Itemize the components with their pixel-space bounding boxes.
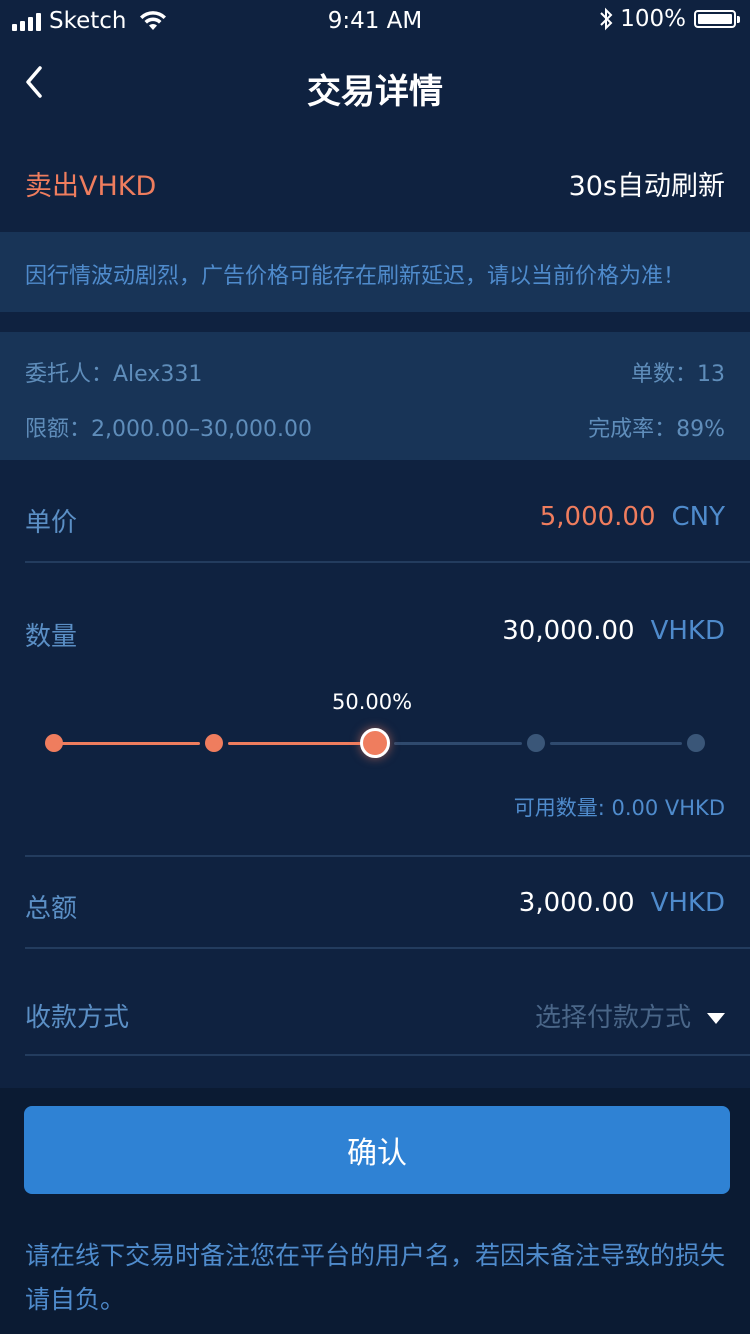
merchant-row-1: 委托人：Alex331 单数：13 <box>25 356 725 388</box>
total-row: 总额 3,000.00 VHKD <box>25 888 750 988</box>
slider-thumb[interactable] <box>360 728 390 758</box>
slider-percent-label: 50.00% <box>332 690 413 714</box>
divider <box>25 561 750 563</box>
battery-icon <box>694 10 740 28</box>
available-quantity: 可用数量: 0.00 VHKD <box>513 796 725 820</box>
payment-row[interactable]: 收款方式 选择付款方式 <box>25 997 750 1097</box>
battery-percent: 100% <box>620 6 686 32</box>
price-value: 5,000.00 <box>539 502 656 532</box>
trade-header: 卖出VHKD 30s自动刷新 <box>0 140 750 220</box>
auto-refresh-label: 30s自动刷新 <box>568 171 725 202</box>
payment-label: 收款方式 <box>25 1003 130 1033</box>
price-notice-banner: 因行情波动剧烈，广告价格可能存在刷新延迟，请以当前价格为准！ <box>0 232 750 312</box>
status-right: 100% <box>598 6 740 32</box>
slider-stop-100[interactable] <box>687 734 705 752</box>
quantity-label: 数量 <box>25 622 78 652</box>
nav-bar: 交易详情 <box>0 44 750 124</box>
slider-track-segment <box>228 742 362 745</box>
slider-track-segment <box>550 742 682 745</box>
total-unit: VHKD <box>650 888 725 918</box>
footer-note: 请在线下交易时备注您在平台的用户名，若因未备注导致的损失请自负。 <box>25 1241 726 1314</box>
slider-stop-25[interactable] <box>205 734 223 752</box>
status-bar: Sketch 9:41 AM 100% <box>0 0 750 44</box>
completion-rate: 完成率：89% <box>588 417 725 442</box>
bottom-area: 确认 请在线下交易时备注您在平台的用户名，若因未备注导致的损失请自负。 <box>0 1088 750 1334</box>
principal-text: 委托人：Alex331 <box>25 362 203 387</box>
quantity-value: 30,000.00 <box>502 616 635 646</box>
slider-stop-0[interactable] <box>45 734 63 752</box>
divider <box>25 1054 750 1056</box>
confirm-button[interactable]: 确认 <box>24 1106 730 1194</box>
slider-track-segment <box>54 742 200 745</box>
payment-select[interactable]: 选择付款方式 <box>535 997 725 1034</box>
orders-count: 单数：13 <box>631 362 725 387</box>
bluetooth-icon <box>600 7 613 31</box>
page-title: 交易详情 <box>307 72 443 112</box>
quantity-unit: VHKD <box>650 616 725 646</box>
payment-placeholder: 选择付款方式 <box>534 1003 691 1033</box>
quantity-value-group[interactable]: 30,000.00 VHKD <box>502 616 725 646</box>
slider-track-segment <box>394 742 522 745</box>
total-label: 总额 <box>25 894 78 924</box>
price-row: 单价 5,000.00 CNY <box>25 502 750 602</box>
sell-label: 卖出VHKD <box>25 171 157 202</box>
total-value-group: 3,000.00 VHKD <box>519 888 725 918</box>
trade-detail-screen: Sketch 9:41 AM 100% 交易详情 卖出VHKD 30s自动刷新 <box>0 0 750 1334</box>
price-value-group: 5,000.00 CNY <box>540 502 725 532</box>
slider-stop-75[interactable] <box>527 734 545 752</box>
quantity-slider[interactable]: 50.00% <box>0 690 750 770</box>
price-label: 单价 <box>25 508 78 538</box>
total-value: 3,000.00 <box>518 888 635 918</box>
merchant-row-2: 限额：2,000.00–30,000.00 完成率：89% <box>25 411 725 443</box>
limit-text: 限额：2,000.00–30,000.00 <box>25 417 312 442</box>
price-unit: CNY <box>671 502 726 532</box>
notice-text: 因行情波动剧烈，广告价格可能存在刷新延迟，请以当前价格为准！ <box>25 264 686 289</box>
caret-down-icon <box>707 1013 725 1024</box>
merchant-info: 委托人：Alex331 单数：13 限额：2,000.00–30,000.00 … <box>0 332 750 460</box>
divider <box>25 947 750 949</box>
divider <box>25 855 750 857</box>
